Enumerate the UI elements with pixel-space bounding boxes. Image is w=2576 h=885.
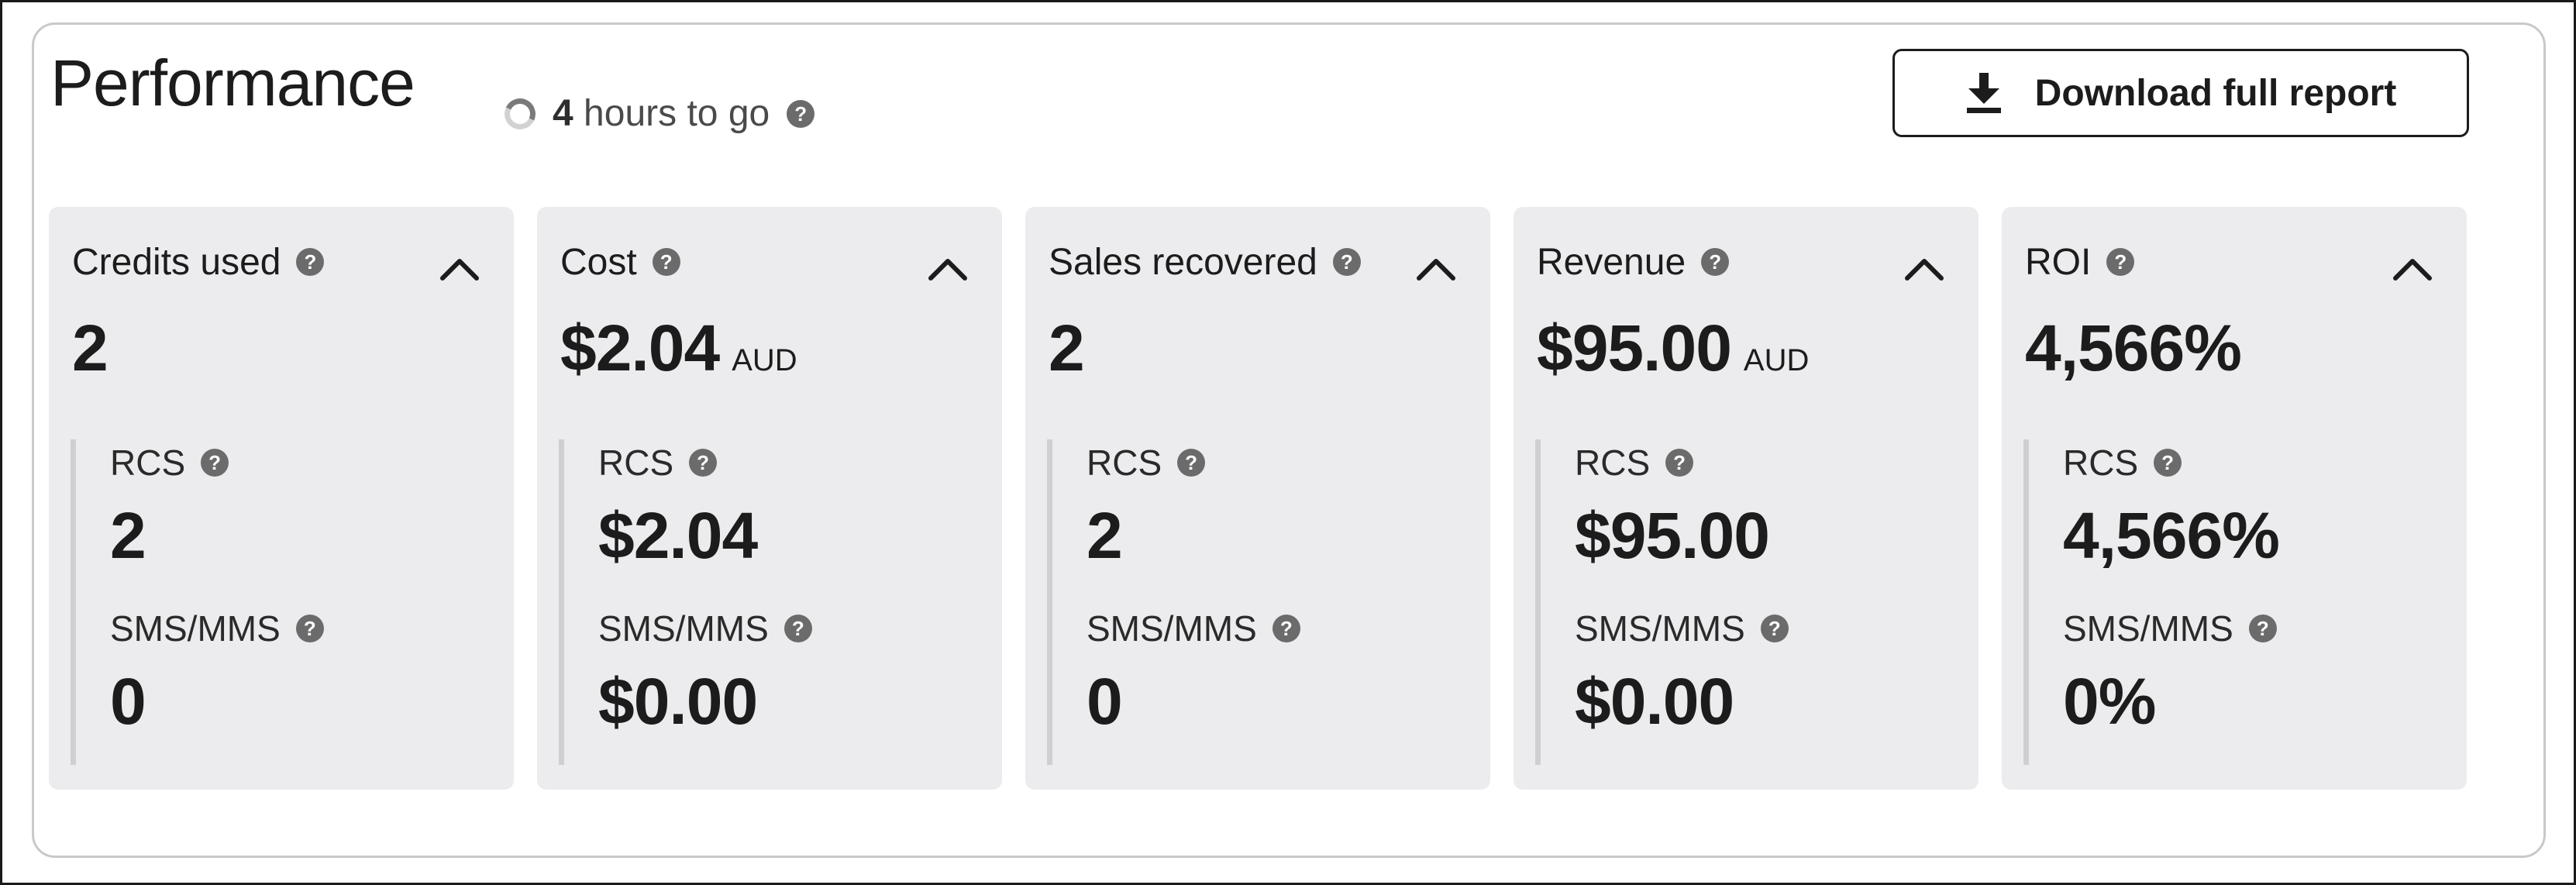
card-label: Revenue: [1537, 241, 1686, 283]
breakdown-value: 2: [110, 499, 146, 572]
question-circle-icon[interactable]: ?: [689, 449, 718, 477]
question-circle-icon[interactable]: ?: [1272, 615, 1300, 642]
question-circle-icon[interactable]: ?: [783, 615, 812, 642]
question-circle-icon[interactable]: ?: [2154, 449, 2182, 477]
breakdown-label: SMS/MMS: [1087, 608, 1257, 649]
question-circle-icon[interactable]: ?: [1760, 615, 1789, 642]
card-breakdown: RCS ? 2 SMS/MMS ? 0: [71, 439, 474, 765]
breakdown-label: SMS/MMS: [110, 608, 281, 649]
card-value: 4,566%: [2025, 312, 2242, 384]
metric-card-revenue: Revenue ? $95.00 AUD RCS ? $95.00 SMS/MM…: [1514, 207, 1978, 790]
breakdown-value: 0: [110, 665, 146, 738]
time-remaining-status: 4 hours to go ?: [500, 92, 815, 135]
metric-card-cost: Cost ? $2.04 AUD RCS ? $2.04 SMS/MMS ? $…: [537, 207, 1002, 790]
card-unit: AUD: [1743, 343, 1810, 377]
card-label: Cost: [560, 241, 637, 283]
card-unit: AUD: [732, 343, 797, 377]
question-circle-icon[interactable]: ?: [1701, 248, 1730, 276]
breakdown-label: SMS/MMS: [598, 608, 769, 649]
question-circle-icon[interactable]: ?: [295, 615, 324, 642]
chevron-up-icon[interactable]: [1903, 255, 1946, 283]
card-value: $95.00: [1537, 312, 1732, 384]
question-circle-icon[interactable]: ?: [1332, 248, 1361, 276]
card-breakdown: RCS ? $2.04 SMS/MMS ? $0.00: [559, 439, 962, 765]
download-report-label: Download full report: [2034, 72, 2397, 114]
question-circle-icon[interactable]: ?: [296, 248, 325, 276]
breakdown-value: 0%: [2063, 665, 2156, 738]
breakdown-label: SMS/MMS: [2063, 608, 2233, 649]
card-breakdown: RCS ? $95.00 SMS/MMS ? $0.00: [1535, 439, 1938, 765]
question-circle-icon[interactable]: ?: [201, 449, 229, 477]
question-circle-icon[interactable]: ?: [2106, 248, 2135, 276]
card-value: 2: [1049, 312, 1085, 384]
metric-cards: Credits used ? 2 RCS ? 2 SMS/MMS ? 0 Cos…: [49, 207, 2467, 790]
page-title: Performance: [50, 46, 415, 119]
breakdown-value: $0.00: [598, 665, 758, 738]
card-label: ROI: [2025, 241, 2092, 283]
question-circle-icon[interactable]: ?: [1665, 449, 1694, 477]
chevron-up-icon[interactable]: [926, 255, 969, 283]
hours-remaining-value: 4: [553, 93, 573, 134]
breakdown-label: RCS: [598, 442, 674, 483]
question-circle-icon[interactable]: ?: [652, 248, 680, 276]
download-report-button[interactable]: Download full report: [1892, 49, 2469, 137]
card-label: Credits used: [72, 241, 281, 283]
breakdown-value: 2: [1087, 499, 1123, 572]
breakdown-label: RCS: [110, 442, 186, 483]
chevron-up-icon[interactable]: [1414, 255, 1458, 283]
metric-card-sales-recovered: Sales recovered ? 2 RCS ? 2 SMS/MMS ? 0: [1025, 207, 1490, 790]
card-value: $2.04: [560, 312, 720, 384]
breakdown-label: RCS: [2063, 442, 2139, 483]
hours-remaining-label: hours to go: [584, 93, 770, 134]
metric-card-credits-used: Credits used ? 2 RCS ? 2 SMS/MMS ? 0: [49, 207, 514, 790]
breakdown-label: RCS: [1087, 442, 1162, 483]
spinner-icon: [500, 93, 540, 134]
breakdown-label: SMS/MMS: [1575, 608, 1745, 649]
card-value: 2: [72, 312, 108, 384]
question-circle-icon[interactable]: ?: [787, 99, 815, 128]
card-breakdown: RCS ? 2 SMS/MMS ? 0: [1047, 439, 1450, 765]
question-circle-icon[interactable]: ?: [1177, 449, 1206, 477]
breakdown-value: $95.00: [1575, 499, 1770, 572]
download-icon: [1965, 73, 2003, 113]
breakdown-value: 4,566%: [2063, 499, 2280, 572]
chevron-up-icon[interactable]: [2391, 255, 2434, 283]
card-label: Sales recovered: [1049, 241, 1317, 283]
breakdown-label: RCS: [1575, 442, 1651, 483]
breakdown-value: $0.00: [1575, 665, 1734, 738]
metric-card-roi: ROI ? 4,566% RCS ? 4,566% SMS/MMS ? 0%: [2002, 207, 2467, 790]
chevron-up-icon[interactable]: [438, 255, 481, 283]
question-circle-icon[interactable]: ?: [2248, 615, 2277, 642]
card-breakdown: RCS ? 4,566% SMS/MMS ? 0%: [2023, 439, 2426, 765]
breakdown-value: $2.04: [598, 499, 758, 572]
breakdown-value: 0: [1087, 665, 1123, 738]
